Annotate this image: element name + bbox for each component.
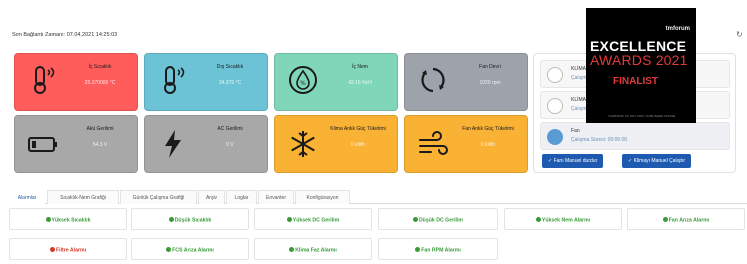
- device-runtime: Çalışm: [571, 106, 587, 112]
- tab-arsiv[interactable]: Arşiv: [198, 190, 225, 204]
- card-title: AC Gerilimi: [217, 126, 243, 132]
- alarm-item: Filtre Alarmı: [9, 238, 127, 260]
- tab-envanter[interactable]: Envanter: [258, 190, 294, 204]
- card-ic-sicaklik: İç Sıcaklık 25.370000 °C: [14, 53, 138, 111]
- card-aku-gerilimi: Akü Gerilimi 54.3 V: [14, 115, 138, 173]
- card-klima-guc: Klima Anlık Güç Tüketimi 0 kWh: [274, 115, 398, 173]
- snowflake-icon: [291, 131, 315, 157]
- alarm-label: Düşük DC Gerilim: [418, 217, 464, 224]
- award-fine-print: THURSDAY 23 JULY 2021 | PUBLISHED ONLINE: [608, 114, 676, 118]
- card-ac-gerilimi: AC Gerilimi 0 V: [144, 115, 268, 173]
- alarm-label: Fan RPM Alarmı: [421, 247, 461, 254]
- tab-gunluk-calisma-grafigi[interactable]: Günlük Çalışma Grafiği: [120, 190, 197, 204]
- card-fan-devri: Fan Devri 1020 rpm: [404, 53, 528, 111]
- last-connection-time: Son Bağlantı Zamanı: 07.04.2021 14:25:03: [12, 32, 118, 38]
- tab-konfigurasyon[interactable]: Konfigürasyon: [295, 190, 350, 204]
- fan-icon: [547, 67, 563, 83]
- award-brand: tmforum: [665, 26, 690, 32]
- status-dot-icon: [415, 247, 421, 252]
- fan-icon: [547, 129, 563, 145]
- status-dot-icon: [166, 247, 172, 252]
- humidity-icon: %: [289, 66, 317, 94]
- card-value: 54.3 V: [92, 142, 108, 148]
- card-title: Dış Sıcaklık: [216, 64, 244, 70]
- device-name: Fan: [571, 128, 580, 134]
- alarm-item: Fan Arıza Alarmı: [627, 208, 745, 230]
- alarm-label: Yüksek Sıcaklık: [51, 217, 91, 224]
- alarm-label: Klima Faz Alarmı: [295, 247, 337, 254]
- svg-text:%: %: [300, 80, 306, 87]
- card-title: Fan Devri: [479, 64, 501, 70]
- alarm-label: FCS Arıza Alarmı: [172, 247, 214, 254]
- card-value: 42.16 %rH: [348, 80, 372, 86]
- rotation-icon: [421, 67, 445, 93]
- klima-manual-start-button[interactable]: ✓ Klimayı Manuel Çalıştır: [622, 154, 691, 168]
- card-fan-guc: Fan Anlık Güç Tüketimi 0 kWh: [404, 115, 528, 173]
- card-value: 0 V: [226, 142, 234, 148]
- card-value: 25.370000 °C: [84, 80, 116, 86]
- device-name: KLİMA: [571, 66, 587, 72]
- status-dot-icon: [45, 217, 51, 222]
- thermometer-icon: [164, 66, 185, 94]
- alarm-label: Yüksek DC Gerilim: [292, 217, 340, 224]
- alarm-item: Düşük Sıcaklık: [131, 208, 249, 230]
- fan-manual-stop-button[interactable]: ✓ Fanı Manuel durdur: [542, 154, 604, 168]
- status-dot-icon: [412, 217, 418, 222]
- device-name: KLİMA: [571, 97, 587, 103]
- award-badge: tmforum EXCELLENCE AWARDS 2021 FINALIST …: [586, 8, 696, 123]
- status-dot-icon: [286, 217, 292, 222]
- status-dot-icon: [49, 247, 55, 252]
- button-label: Klimayı Manuel Çalıştır: [633, 158, 685, 164]
- alarm-label: Yüksek Nem Alarmı: [541, 217, 591, 224]
- card-title: Akü Gerilimi: [86, 126, 114, 132]
- status-dot-icon: [662, 217, 668, 222]
- card-dis-sicaklik: Dış Sıcaklık 34.375 °C: [144, 53, 268, 111]
- alarm-label: Filtre Alarmı: [55, 247, 87, 254]
- card-title: Fan Anlık Güç Tüketimi: [462, 126, 514, 132]
- alarm-item: Düşük DC Gerilim: [378, 208, 498, 230]
- award-line3: FINALIST: [613, 76, 658, 87]
- card-value: 1020 rpm: [479, 80, 501, 86]
- device-runtime: Çalışm: [571, 75, 587, 81]
- alarm-item: Yüksek DC Gerilim: [254, 208, 372, 230]
- tab-sicaklik-nem-grafigi[interactable]: Sıcaklık-Nem Grafiği: [47, 190, 119, 204]
- wind-icon: [419, 131, 448, 155]
- status-row-fan: Fan Çalışma Süresi: 00:00:00: [540, 122, 730, 150]
- alarm-item: Klima Faz Alarmı: [254, 238, 372, 260]
- thermometer-icon: [34, 66, 55, 94]
- card-title: İç Nem: [352, 64, 368, 70]
- status-dot-icon: [168, 217, 174, 222]
- button-label: Fanı Manuel durdur: [553, 158, 598, 164]
- status-dot-icon: [535, 217, 541, 222]
- alarm-item: Yüksek Nem Alarmı: [504, 208, 622, 230]
- snowflake-icon: [547, 98, 563, 114]
- alarm-item: Yüksek Sıcaklık: [9, 208, 127, 230]
- card-value: 0 kWh: [350, 142, 366, 148]
- alarm-label: Düşük Sıcaklık: [174, 217, 212, 224]
- card-ic-nem: % İç Nem 42.16 %rH: [274, 53, 398, 111]
- refresh-icon[interactable]: ↻: [736, 30, 743, 39]
- alarm-item: Fan RPM Alarmı: [378, 238, 498, 260]
- alarm-label: Fan Arıza Alarmı: [668, 217, 710, 224]
- card-value: 34.375 °C: [218, 80, 242, 86]
- alarm-item: FCS Arıza Alarmı: [131, 238, 249, 260]
- status-dot-icon: [289, 247, 295, 252]
- card-title: Klima Anlık Güç Tüketimi: [330, 126, 386, 132]
- battery-icon: [28, 137, 57, 152]
- tab-alarmlar[interactable]: Alarmlar: [9, 190, 45, 204]
- card-value: 0 kWh: [480, 142, 496, 148]
- award-line2: AWARDS 2021: [590, 52, 688, 68]
- device-runtime: Çalışma Süresi: 00:00:00: [571, 137, 628, 143]
- tab-bar: Alarmlar Sıcaklık-Nem Grafiği Günlük Çal…: [9, 190, 747, 204]
- card-title: İç Sıcaklık: [88, 64, 112, 70]
- tab-loglar[interactable]: Loglar: [226, 190, 257, 204]
- lightning-icon: [165, 130, 181, 158]
